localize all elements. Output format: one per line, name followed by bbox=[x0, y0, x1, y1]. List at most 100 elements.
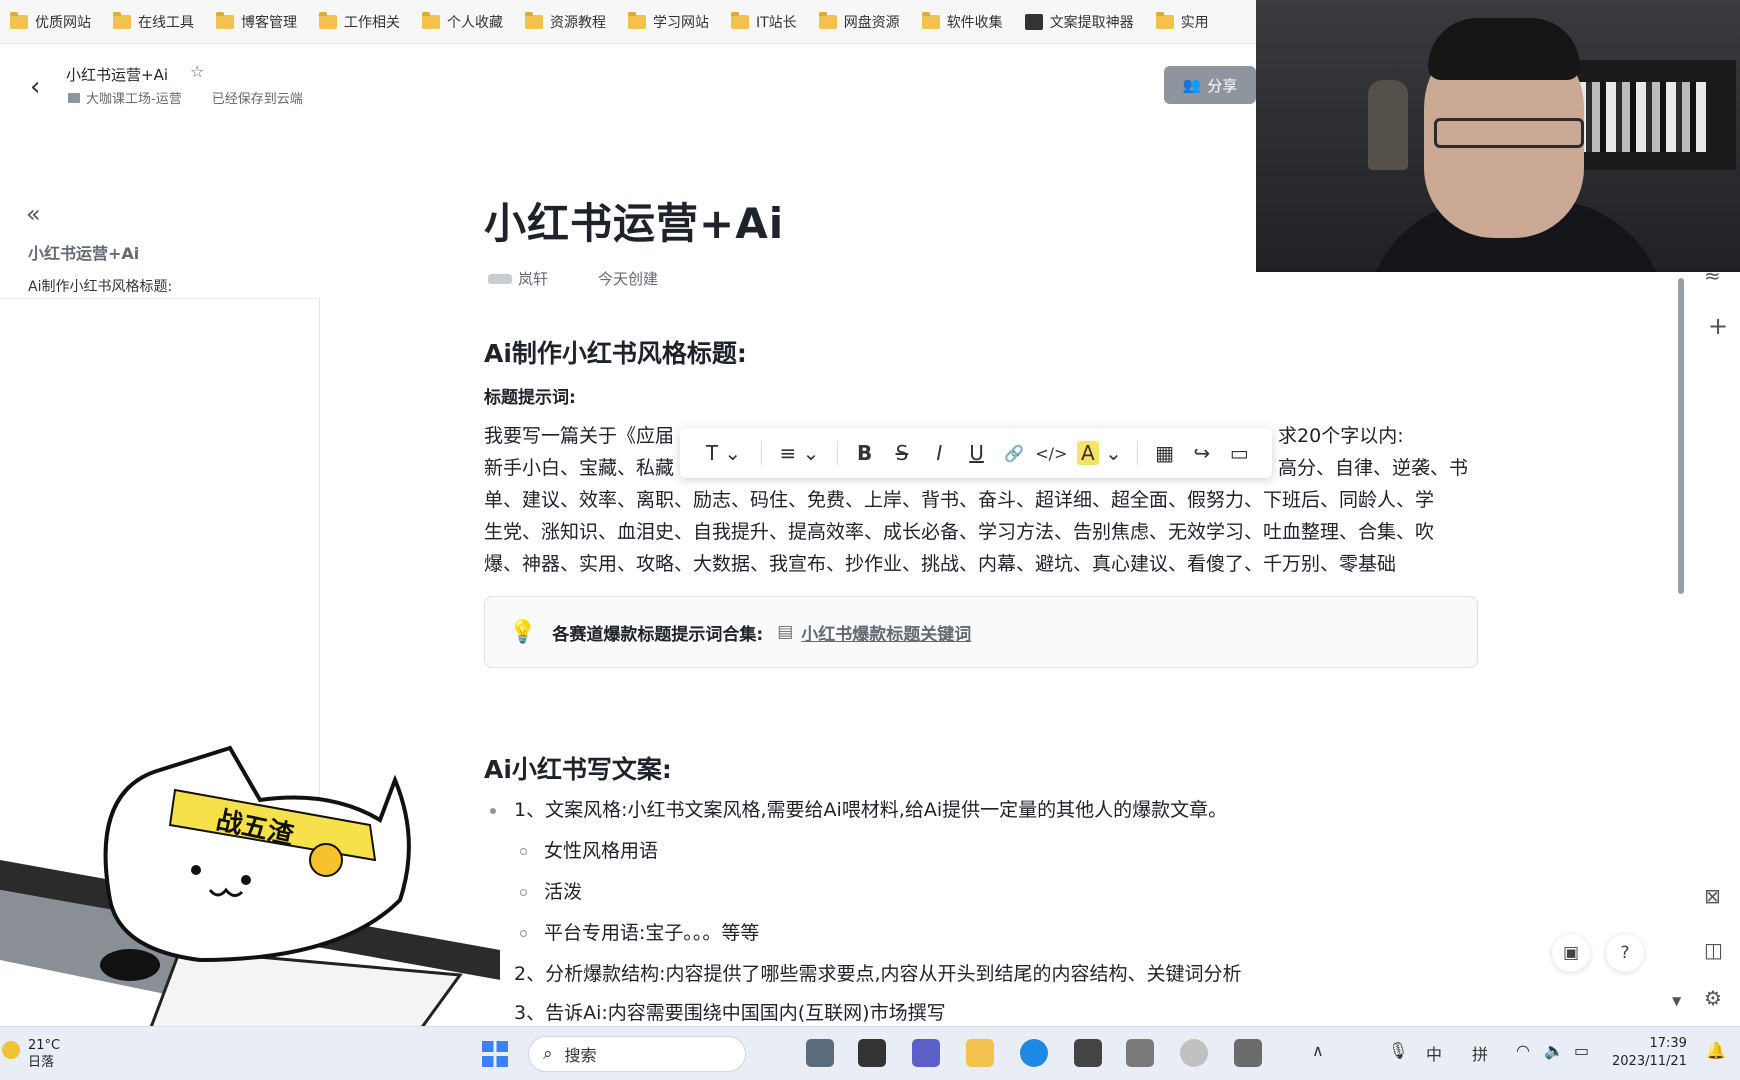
taskbar: 21°C 日落 ⌕ 搜索 ∧ 🎙 中 拼 ◠ 🔈 ▭ 17:39 2023/11… bbox=[0, 1026, 1740, 1080]
taskbar-search[interactable]: ⌕ 搜索 bbox=[528, 1036, 746, 1072]
bookmark-item[interactable]: IT站长 bbox=[731, 11, 797, 32]
prompt-label: 标题提示词: bbox=[484, 388, 576, 408]
bookmark-item[interactable]: 软件收集 bbox=[921, 11, 1003, 32]
wifi-icon[interactable]: ◠ bbox=[1516, 1041, 1530, 1060]
settings-gear-icon[interactable]: ⚙ bbox=[1704, 986, 1722, 1010]
callout-label: 各赛道爆款标题提示词合集: bbox=[552, 624, 764, 645]
author-name[interactable]: 岚轩 bbox=[518, 268, 548, 289]
ime-mode[interactable]: 拼 bbox=[1472, 1041, 1488, 1065]
doc-meta: 岚轩 今天创建 bbox=[488, 268, 658, 289]
comment-icon[interactable]: ▭ bbox=[1221, 441, 1258, 465]
app-icon[interactable] bbox=[1074, 1039, 1102, 1067]
cat-eye bbox=[191, 865, 201, 875]
folder-icon bbox=[216, 11, 234, 29]
bookmark-item[interactable]: 个人收藏 bbox=[422, 11, 503, 32]
page-title: 小红书运营+Ai bbox=[484, 199, 785, 248]
section-heading: Ai制作小红书风格标题: bbox=[484, 339, 747, 368]
webcam-overlay bbox=[1256, 0, 1740, 272]
bookmark-item[interactable]: 在线工具 bbox=[113, 11, 194, 32]
clock-time: 17:39 bbox=[1649, 1036, 1687, 1051]
help-icon[interactable]: ? bbox=[1606, 934, 1644, 972]
list-item: 平台专用语:宝子。。。等等 bbox=[544, 922, 760, 944]
folder-icon bbox=[525, 11, 543, 29]
share-icon[interactable]: ↪ bbox=[1183, 441, 1220, 465]
italic-button[interactable]: I bbox=[921, 441, 958, 465]
screenshot-icon[interactable]: ⊠ bbox=[1704, 884, 1721, 908]
doc-link-icon: ▤ bbox=[777, 622, 794, 642]
star-icon[interactable]: ☆ bbox=[190, 62, 204, 81]
bookmark-item[interactable]: 博客管理 bbox=[216, 11, 297, 32]
clock[interactable]: 17:39 2023/11/21 bbox=[1612, 1035, 1687, 1071]
weather-widget[interactable]: 21°C 日落 bbox=[2, 1037, 60, 1071]
teams-icon[interactable] bbox=[912, 1039, 940, 1067]
search-icon: ⌕ bbox=[543, 1044, 553, 1064]
cat-eye bbox=[241, 875, 251, 885]
list-bullet bbox=[520, 930, 527, 937]
sun-icon bbox=[2, 1041, 20, 1059]
bookmark-item[interactable]: 工作相关 bbox=[319, 11, 400, 32]
clock-date: 2023/11/21 bbox=[1612, 1054, 1687, 1069]
outline-title[interactable]: 小红书运营+Ai bbox=[28, 240, 139, 264]
align-dropdown[interactable]: ≡ ⌄ bbox=[770, 441, 829, 465]
webcam-hair bbox=[1428, 18, 1580, 80]
bold-button[interactable]: B bbox=[846, 441, 883, 465]
list-item: 2、分析爆款结构:内容提供了哪些需求要点,内容从开头到结尾的内容结构、关键词分析 bbox=[514, 963, 1242, 985]
folder-icon bbox=[1155, 11, 1174, 29]
list-item: 活泼 bbox=[544, 881, 583, 903]
collapse-sidebar-icon[interactable]: « bbox=[26, 200, 41, 228]
text-style-dropdown[interactable]: T ⌄ bbox=[694, 441, 753, 465]
sidebar-toggle-icon[interactable]: ◫ bbox=[1704, 938, 1723, 962]
ime-lang[interactable]: 中 bbox=[1426, 1041, 1442, 1065]
app-icon[interactable] bbox=[806, 1039, 834, 1067]
blocks-icon[interactable]: ▦ bbox=[1146, 441, 1183, 465]
callout-box: 💡 各赛道爆款标题提示词合集: ▤ 小红书爆款标题关键词 bbox=[484, 596, 1478, 668]
file-explorer-icon[interactable] bbox=[966, 1039, 994, 1067]
paragraph-line: 单、建议、效率、离职、励志、码住、免费、上岸、背书、奋斗、超详细、超全面、假努力… bbox=[484, 489, 1435, 511]
windows-start-icon[interactable] bbox=[482, 1041, 508, 1067]
list-bullet bbox=[520, 848, 527, 855]
created-date: 今天创建 bbox=[598, 270, 659, 288]
share-button[interactable]: 👥 分享 bbox=[1164, 66, 1256, 104]
edge-browser-icon[interactable] bbox=[1020, 1039, 1048, 1067]
callout-link[interactable]: 小红书爆款标题关键词 bbox=[801, 620, 971, 645]
notepad-icon[interactable] bbox=[1126, 1039, 1154, 1067]
strikethrough-button[interactable]: S bbox=[883, 441, 920, 465]
divider bbox=[1136, 441, 1138, 465]
back-icon[interactable]: ‹ bbox=[30, 72, 40, 102]
cat-paw bbox=[100, 949, 160, 981]
app-logo-icon bbox=[1024, 13, 1043, 30]
paragraph-line: 爆、神器、实用、攻略、大数据、我宣布、抄作业、挑战、内幕、避坑、真心建议、看傻了… bbox=[484, 553, 1397, 575]
folder-icon bbox=[818, 11, 837, 29]
chevron-up-icon[interactable]: ∧ bbox=[1312, 1041, 1324, 1060]
doc-info-icon[interactable]: ▣ bbox=[1552, 934, 1590, 972]
bookmark-item[interactable]: 网盘资源 bbox=[818, 11, 900, 32]
microphone-icon[interactable]: 🎙 bbox=[1388, 1041, 1408, 1060]
volume-icon[interactable]: 🔈 bbox=[1544, 1041, 1564, 1060]
link-icon[interactable]: 🔗 bbox=[995, 444, 1032, 463]
app-icon[interactable] bbox=[1234, 1039, 1262, 1067]
scrollbar[interactable] bbox=[1678, 278, 1684, 594]
app-icon[interactable] bbox=[858, 1039, 886, 1067]
outline-item[interactable]: Ai制作小红书风格标题: bbox=[28, 276, 172, 296]
divider bbox=[836, 441, 838, 465]
highlight-dropdown[interactable]: A ⌄ bbox=[1070, 441, 1129, 465]
list-item: 女性风格用语 bbox=[544, 840, 659, 862]
bookmark-item[interactable]: 资源教程 bbox=[525, 11, 606, 32]
add-icon[interactable]: + bbox=[1708, 312, 1728, 340]
code-button[interactable]: </> bbox=[1033, 444, 1070, 463]
underline-button[interactable]: U bbox=[958, 441, 995, 465]
avatar bbox=[488, 273, 512, 284]
bookmark-item[interactable]: 文案提取神器 bbox=[1024, 12, 1134, 32]
webcam-books bbox=[1576, 82, 1706, 152]
list-bullet bbox=[520, 889, 527, 896]
app-icon[interactable] bbox=[1180, 1039, 1208, 1067]
chevron-down-icon[interactable]: ▼ bbox=[1672, 994, 1681, 1008]
breadcrumb-folder[interactable]: 大咖课工场-运营 bbox=[86, 88, 182, 107]
bookmark-item[interactable]: 学习网站 bbox=[628, 11, 709, 32]
bookmark-item[interactable]: 优质网站 bbox=[10, 11, 91, 32]
battery-icon[interactable]: ▭ bbox=[1574, 1041, 1589, 1060]
notification-bell-icon[interactable]: 🔔 bbox=[1706, 1041, 1726, 1060]
bookmark-item[interactable]: 实用 bbox=[1155, 11, 1209, 32]
folder-icon bbox=[422, 11, 440, 29]
folder-icon bbox=[628, 11, 646, 29]
